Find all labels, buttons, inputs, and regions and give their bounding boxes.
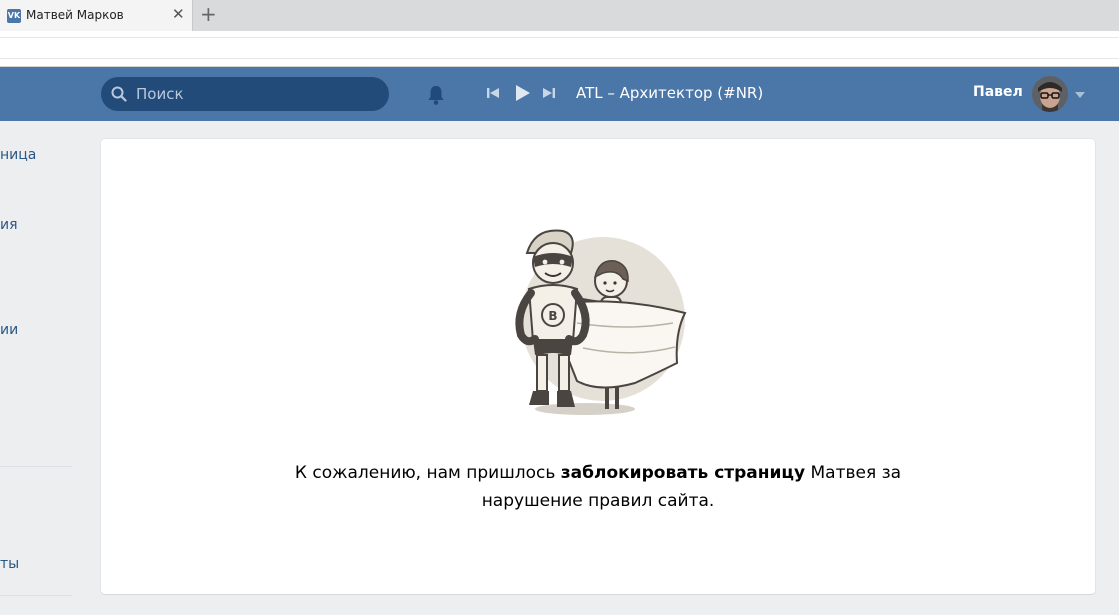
sidebar-item-documents[interactable]: ты — [0, 556, 19, 572]
sidebar-divider — [0, 595, 72, 596]
avatar-photo — [1032, 76, 1068, 112]
blocked-page-card: B К сожалению, нам пришлось заблокироват… — [101, 139, 1095, 594]
browser-tab[interactable]: VK Матвей Марков ✕ — [0, 0, 193, 31]
sidebar-divider — [0, 466, 72, 467]
new-tab-icon[interactable]: + — [200, 2, 217, 26]
avatar[interactable] — [1032, 76, 1068, 112]
sidebar-item-messages[interactable]: ия — [0, 217, 18, 233]
vk-header: ATL – Архитектор (#NR) Павел — [0, 67, 1119, 121]
search-box[interactable] — [101, 77, 389, 111]
address-field[interactable] — [0, 37, 1119, 59]
current-track-title[interactable]: ATL – Архитектор (#NR) — [576, 84, 763, 102]
svg-text:B: B — [548, 309, 557, 323]
message-text: К сожалению, нам пришлось — [294, 463, 561, 483]
next-track-icon[interactable] — [541, 85, 557, 101]
play-icon[interactable] — [512, 83, 532, 103]
search-input[interactable] — [136, 77, 376, 111]
search-icon — [111, 86, 127, 102]
browser-tab-bar: VK Матвей Марков ✕ + — [0, 0, 1119, 31]
message-emphasis: заблокировать страницу — [560, 463, 806, 483]
vk-favicon-icon: VK — [7, 9, 21, 23]
blocked-superhero-illustration: B — [515, 229, 687, 415]
previous-track-icon[interactable] — [485, 85, 501, 101]
chevron-down-icon[interactable] — [1075, 92, 1085, 98]
sidebar-item-my-page[interactable]: ница — [0, 147, 36, 163]
notifications-bell-icon[interactable] — [424, 83, 448, 107]
blocked-message: К сожалению, нам пришлось заблокировать … — [261, 459, 935, 515]
tab-title: Матвей Марков — [26, 8, 124, 22]
sidebar-item-photos[interactable]: ии — [0, 322, 18, 338]
address-bar[interactable] — [0, 31, 1119, 67]
user-name[interactable]: Павел — [973, 84, 1023, 100]
close-tab-icon[interactable]: ✕ — [172, 5, 185, 23]
